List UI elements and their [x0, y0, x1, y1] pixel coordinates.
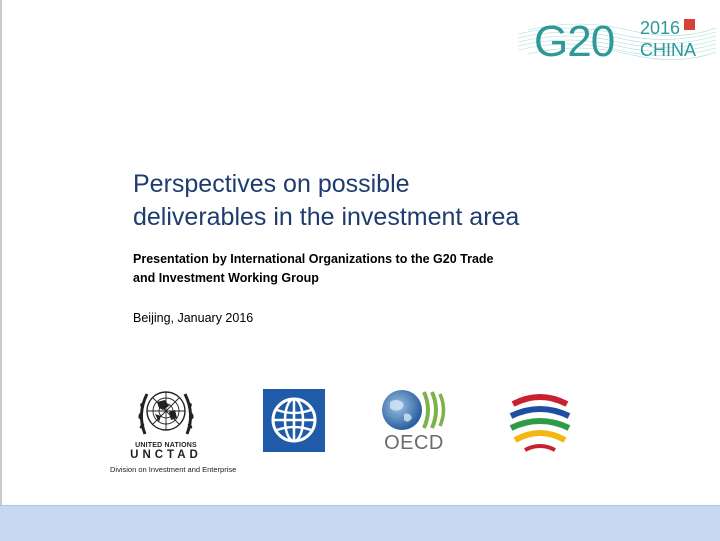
- g20-wordmark: G20: [534, 17, 614, 66]
- oecd-logo: OECD: [378, 388, 450, 456]
- unctad-logo: UNITED NATIONS UNCTAD Division on Invest…: [110, 384, 237, 474]
- unctad-acronym: UNCTAD: [130, 449, 202, 461]
- g20-country: CHINA: [640, 40, 696, 60]
- subtitle-line-2: and Investment Working Group: [133, 271, 319, 285]
- title-line-2: deliverables in the investment area: [133, 203, 520, 231]
- oecd-wordmark: OECD: [384, 432, 444, 454]
- title-line-1: Perspectives on possible: [133, 170, 410, 198]
- un-name: UNITED NATIONS: [135, 442, 197, 449]
- un-emblem-icon: [138, 391, 194, 435]
- subtitle-line-1: Presentation by International Organizati…: [133, 252, 494, 266]
- slide-date: Beijing, January 2016: [133, 311, 254, 325]
- oecd-globe-icon: [382, 390, 446, 430]
- footer-band: [0, 505, 720, 541]
- g20-logo: G20 2016 CHINA: [518, 17, 716, 66]
- g20-year: 2016: [640, 18, 680, 38]
- world-bank-logo: [263, 389, 325, 452]
- wto-logo: [509, 394, 571, 452]
- slide-subtitle: Presentation by International Organizati…: [133, 250, 573, 288]
- china-seal-icon: [684, 19, 695, 30]
- slide-title: Perspectives on possible deliverables in…: [133, 168, 653, 234]
- left-border: [0, 0, 2, 505]
- unctad-division: Division on Investment and Enterprise: [110, 465, 237, 474]
